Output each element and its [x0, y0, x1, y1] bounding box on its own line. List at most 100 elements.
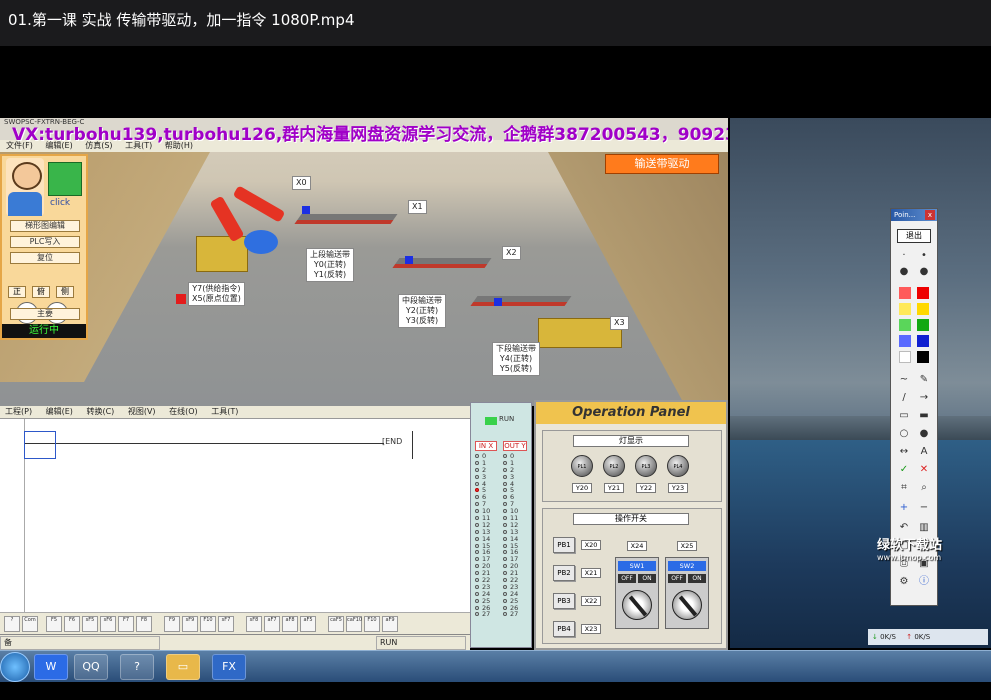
switch-section: 操作开关 PB1 X20 PB2 X21 PB3 X22 PB4 X23 X24… — [542, 508, 722, 644]
main-button[interactable]: 主要 — [10, 308, 80, 320]
toolbar-parallel-no[interactable]: sF5 — [82, 616, 98, 632]
taskbar-qq-icon[interactable]: QQ — [74, 654, 108, 680]
toolbar-draw-line[interactable]: F10 — [364, 616, 380, 632]
crop-icon[interactable]: ⌗ — [897, 481, 911, 495]
output-header: OUT Y — [503, 441, 527, 451]
small-dot-icon[interactable]: · — [897, 249, 911, 263]
color-light-green[interactable] — [899, 319, 911, 331]
text-icon[interactable]: A — [917, 445, 931, 459]
toolbar-contact-nc[interactable]: F6 — [64, 616, 80, 632]
label-x1: X1 — [408, 200, 427, 214]
push-button-pb3[interactable]: PB3 — [553, 593, 575, 609]
filled-ellipse-icon[interactable]: ● — [917, 427, 931, 441]
ellipse-icon[interactable]: ○ — [897, 427, 911, 441]
ladder-cursor[interactable] — [24, 431, 56, 459]
upper-conveyor-name: 上段输送带 — [310, 250, 350, 259]
cross-icon[interactable]: ✕ — [917, 463, 931, 477]
editor-menu-view[interactable]: 视图(V) — [128, 407, 156, 416]
sw2-on-label: ON — [688, 574, 706, 583]
editor-menu-project[interactable]: 工程(P) — [5, 407, 32, 416]
led-dot-icon — [503, 557, 507, 562]
toolbar-coil[interactable]: F7 — [118, 616, 134, 632]
ladder-canvas[interactable]: [END — [0, 418, 470, 613]
undo-icon[interactable]: ↶ — [897, 521, 911, 535]
sw2-dial-icon[interactable] — [672, 590, 702, 620]
video-title: 01.第一课 实战 传输带驱动，加一指令 1080P.mp4 — [8, 11, 355, 29]
color-light-yellow[interactable] — [899, 303, 911, 315]
taskbar-word-icon[interactable]: W — [34, 654, 68, 680]
toolbar-parallel-nc[interactable]: sF6 — [100, 616, 116, 632]
double-arrow-icon[interactable]: ↔ — [897, 445, 911, 459]
medium-dot-icon[interactable]: ● — [897, 265, 911, 279]
arrow-icon[interactable]: → — [917, 391, 931, 405]
toolbar-delete-vline[interactable]: sF7 — [218, 616, 234, 632]
exit-button[interactable]: 退出 — [897, 229, 931, 243]
color-blue[interactable] — [917, 335, 929, 347]
simulator-window: SWOPSC-FXTRN-BEG-C 文件(F) 编辑(E) 仿真(S) 工具(… — [0, 118, 728, 406]
pb3-tag: X22 — [581, 596, 601, 606]
toolbar-erase-line[interactable]: aF9 — [382, 616, 398, 632]
input-led-27: 27 — [475, 611, 503, 618]
view-front-button[interactable]: 正 — [8, 286, 26, 298]
large-dot-icon[interactable]: ● — [917, 265, 931, 279]
toolbar-invert[interactable]: caF5 — [328, 616, 344, 632]
info-icon[interactable]: ⓘ — [917, 575, 931, 589]
push-button-pb4[interactable]: PB4 — [553, 621, 575, 637]
start-button-icon[interactable] — [0, 652, 30, 682]
editor-menu-online[interactable]: 在线(O) — [169, 407, 198, 416]
sw1-dial-icon[interactable] — [622, 590, 652, 620]
toolbar-falling-edge[interactable]: aF7 — [264, 616, 280, 632]
editor-menu-edit[interactable]: 编辑(E) — [46, 407, 73, 416]
lamp-pl3-icon: PL3 — [635, 455, 657, 477]
freehand-icon[interactable]: ~ — [897, 373, 911, 387]
view-top-button[interactable]: 俯 — [32, 286, 50, 298]
ladder-edit-button[interactable]: 梯形图编辑 — [10, 220, 80, 232]
close-icon[interactable]: x — [925, 210, 935, 220]
color-light-red[interactable] — [899, 287, 911, 299]
toolbar-icon-comment[interactable]: Com — [22, 616, 38, 632]
view-side-button[interactable]: 侧 — [56, 286, 74, 298]
color-white[interactable] — [899, 351, 911, 363]
push-button-pb1[interactable]: PB1 — [553, 537, 575, 553]
push-button-pb2[interactable]: PB2 — [553, 565, 575, 581]
plus-icon[interactable]: + — [897, 501, 911, 515]
color-black[interactable] — [917, 351, 929, 363]
zoom-icon[interactable]: ⌕ — [917, 481, 931, 495]
dot-icon[interactable]: • — [917, 249, 931, 263]
toolbar-vline[interactable]: sF9 — [182, 616, 198, 632]
taskbar-fx-icon[interactable]: FX — [212, 654, 246, 680]
check-icon[interactable]: ✓ — [897, 463, 911, 477]
toolbar-delete-hline[interactable]: F10 — [200, 616, 216, 632]
color-light-blue[interactable] — [899, 335, 911, 347]
toolbar-icon-help[interactable]: ? — [4, 616, 20, 632]
selector-switch-sw1[interactable]: SW1 OFF ON — [615, 557, 659, 629]
reset-button[interactable]: 复位 — [10, 252, 80, 264]
pen-icon[interactable]: ✎ — [917, 373, 931, 387]
settings-icon[interactable]: ⚙ — [897, 575, 911, 589]
color-yellow[interactable] — [917, 303, 929, 315]
book-icon[interactable] — [48, 162, 82, 196]
color-green[interactable] — [917, 319, 929, 331]
video-title-bar: 01.第一课 实战 传输带驱动，加一指令 1080P.mp4 — [0, 0, 991, 46]
editor-menu-convert[interactable]: 转换(C) — [86, 407, 114, 416]
toolbar-instruction[interactable]: F8 — [136, 616, 152, 632]
plc-write-button[interactable]: PLC写入 — [10, 236, 80, 248]
taskbar-folder-icon[interactable]: ▭ — [166, 654, 200, 680]
taskbar-help-icon[interactable]: ? — [120, 654, 154, 680]
rectangle-icon[interactable]: ▭ — [897, 409, 911, 423]
toolbar-contact-no[interactable]: F5 — [46, 616, 62, 632]
selector-switch-sw2[interactable]: SW2 OFF ON — [665, 557, 709, 629]
toolbar-rising-edge[interactable]: sF8 — [246, 616, 262, 632]
color-red[interactable] — [917, 287, 929, 299]
trash-icon[interactable]: ▥ — [917, 521, 931, 535]
toolbar-hline[interactable]: F9 — [164, 616, 180, 632]
editor-menu-tools[interactable]: 工具(T) — [211, 407, 238, 416]
toolbar-convert[interactable]: caF10 — [346, 616, 362, 632]
toolbar-parallel-rising[interactable]: aF8 — [282, 616, 298, 632]
video-frame[interactable]: SWOPSC-FXTRN-BEG-C 文件(F) 编辑(E) 仿真(S) 工具(… — [0, 118, 991, 700]
filled-rectangle-icon[interactable]: ▬ — [917, 409, 931, 423]
minus-icon[interactable]: − — [917, 501, 931, 515]
toolbar-parallel-falling[interactable]: aF5 — [300, 616, 316, 632]
line-icon[interactable]: / — [897, 391, 911, 405]
led-dot-icon — [475, 550, 479, 555]
